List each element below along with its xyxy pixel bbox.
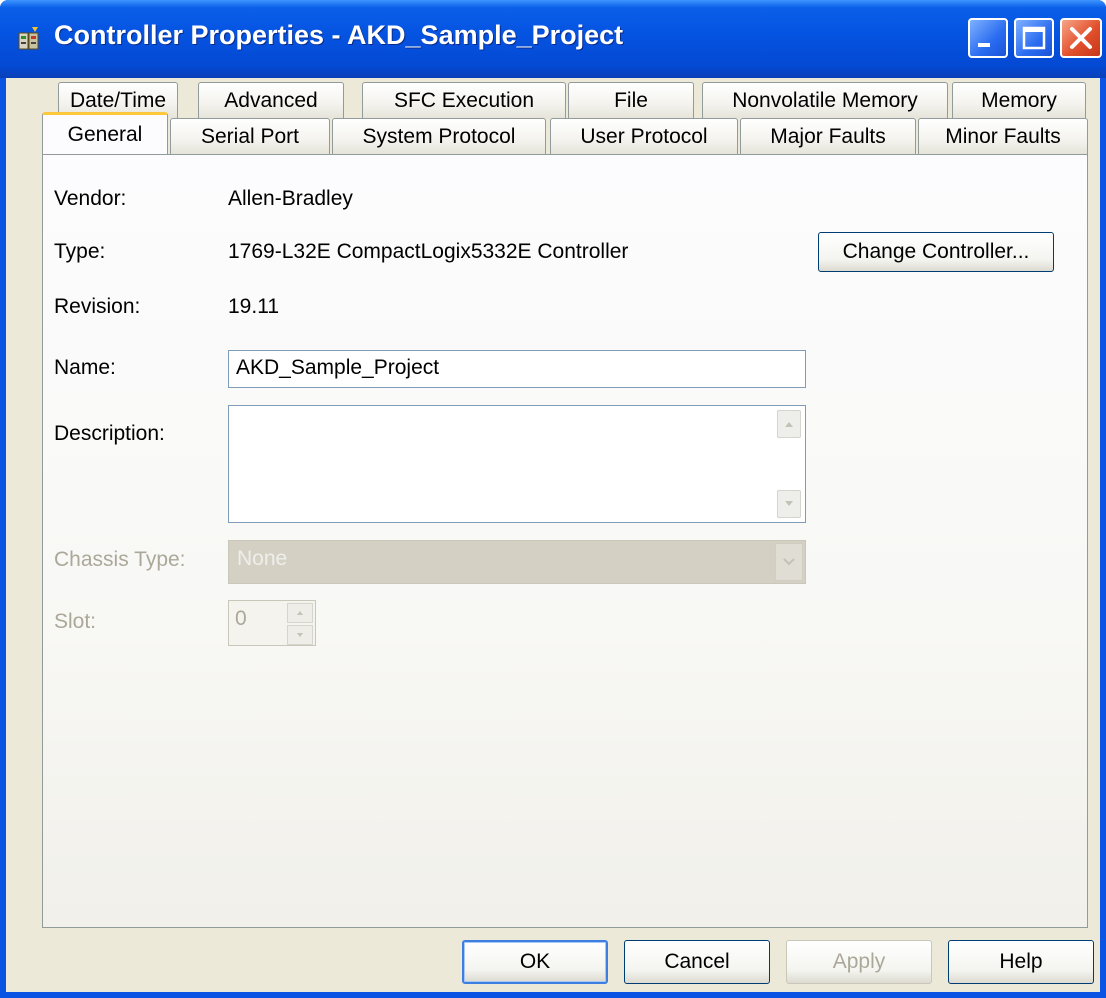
- type-label: Type:: [54, 240, 106, 263]
- tab-advanced[interactable]: Advanced: [198, 82, 344, 118]
- tab-serial-port[interactable]: Serial Port: [170, 118, 330, 154]
- description-scroll-up[interactable]: [777, 410, 801, 438]
- vendor-label: Vendor:: [54, 187, 127, 210]
- revision-label: Revision:: [54, 295, 141, 318]
- cancel-button[interactable]: Cancel: [624, 940, 770, 984]
- name-field[interactable]: AKD_Sample_Project: [228, 350, 806, 388]
- slot-value: 0: [235, 607, 247, 630]
- ok-button[interactable]: OK: [462, 940, 608, 984]
- dialog-window: Controller Properties - AKD_Sample_Proje…: [0, 0, 1106, 998]
- spin-down-icon: [297, 633, 303, 637]
- window-title: Controller Properties - AKD_Sample_Proje…: [54, 20, 624, 50]
- slot-spinner[interactable]: 0: [228, 600, 316, 646]
- chassis-type-select[interactable]: None: [228, 540, 806, 584]
- spin-up-icon: [297, 611, 303, 615]
- scroll-up-icon: [785, 422, 793, 427]
- vendor-value: Allen-Bradley: [228, 187, 353, 210]
- chassis-type-dropdown-arrow[interactable]: [775, 543, 803, 581]
- minimize-icon: [978, 43, 990, 47]
- chassis-type-value: None: [237, 547, 288, 570]
- minimize-button[interactable]: [968, 18, 1008, 58]
- controller-app-icon: [18, 27, 39, 50]
- tab-general[interactable]: General: [42, 112, 168, 154]
- slot-decrement[interactable]: [287, 625, 313, 645]
- revision-value: 19.11: [228, 295, 279, 318]
- description-field[interactable]: [228, 405, 806, 523]
- close-button[interactable]: [1060, 18, 1102, 58]
- slot-increment[interactable]: [287, 603, 313, 623]
- tab-system-protocol[interactable]: System Protocol: [332, 118, 546, 154]
- tab-memory[interactable]: Memory: [952, 82, 1086, 118]
- slot-spin-buttons: [287, 603, 313, 645]
- tab-user-protocol[interactable]: User Protocol: [550, 118, 738, 154]
- help-button[interactable]: Help: [948, 940, 1094, 984]
- title-bar[interactable]: Controller Properties - AKD_Sample_Proje…: [0, 0, 1106, 78]
- scroll-down-icon: [785, 501, 793, 506]
- chassis-type-label: Chassis Type:: [54, 548, 186, 571]
- description-label: Description:: [54, 422, 165, 445]
- description-scroll-down[interactable]: [777, 490, 801, 518]
- tab-sfc-execution[interactable]: SFC Execution: [362, 82, 566, 118]
- name-label: Name:: [54, 356, 116, 379]
- tab-minor-faults[interactable]: Minor Faults: [918, 118, 1088, 154]
- type-value: 1769-L32E CompactLogix5332E Controller: [228, 240, 629, 263]
- apply-button[interactable]: Apply: [786, 940, 932, 984]
- tab-nonvolatile-memory[interactable]: Nonvolatile Memory: [702, 82, 948, 118]
- tab-file[interactable]: File: [568, 82, 694, 118]
- slot-label: Slot:: [54, 610, 97, 633]
- tab-major-faults[interactable]: Major Faults: [740, 118, 916, 154]
- chevron-down-icon: [783, 558, 795, 566]
- maximize-button[interactable]: [1014, 18, 1054, 58]
- close-icon: [1070, 27, 1092, 49]
- maximize-icon: [1022, 26, 1046, 50]
- change-controller-button[interactable]: Change Controller...: [818, 232, 1054, 272]
